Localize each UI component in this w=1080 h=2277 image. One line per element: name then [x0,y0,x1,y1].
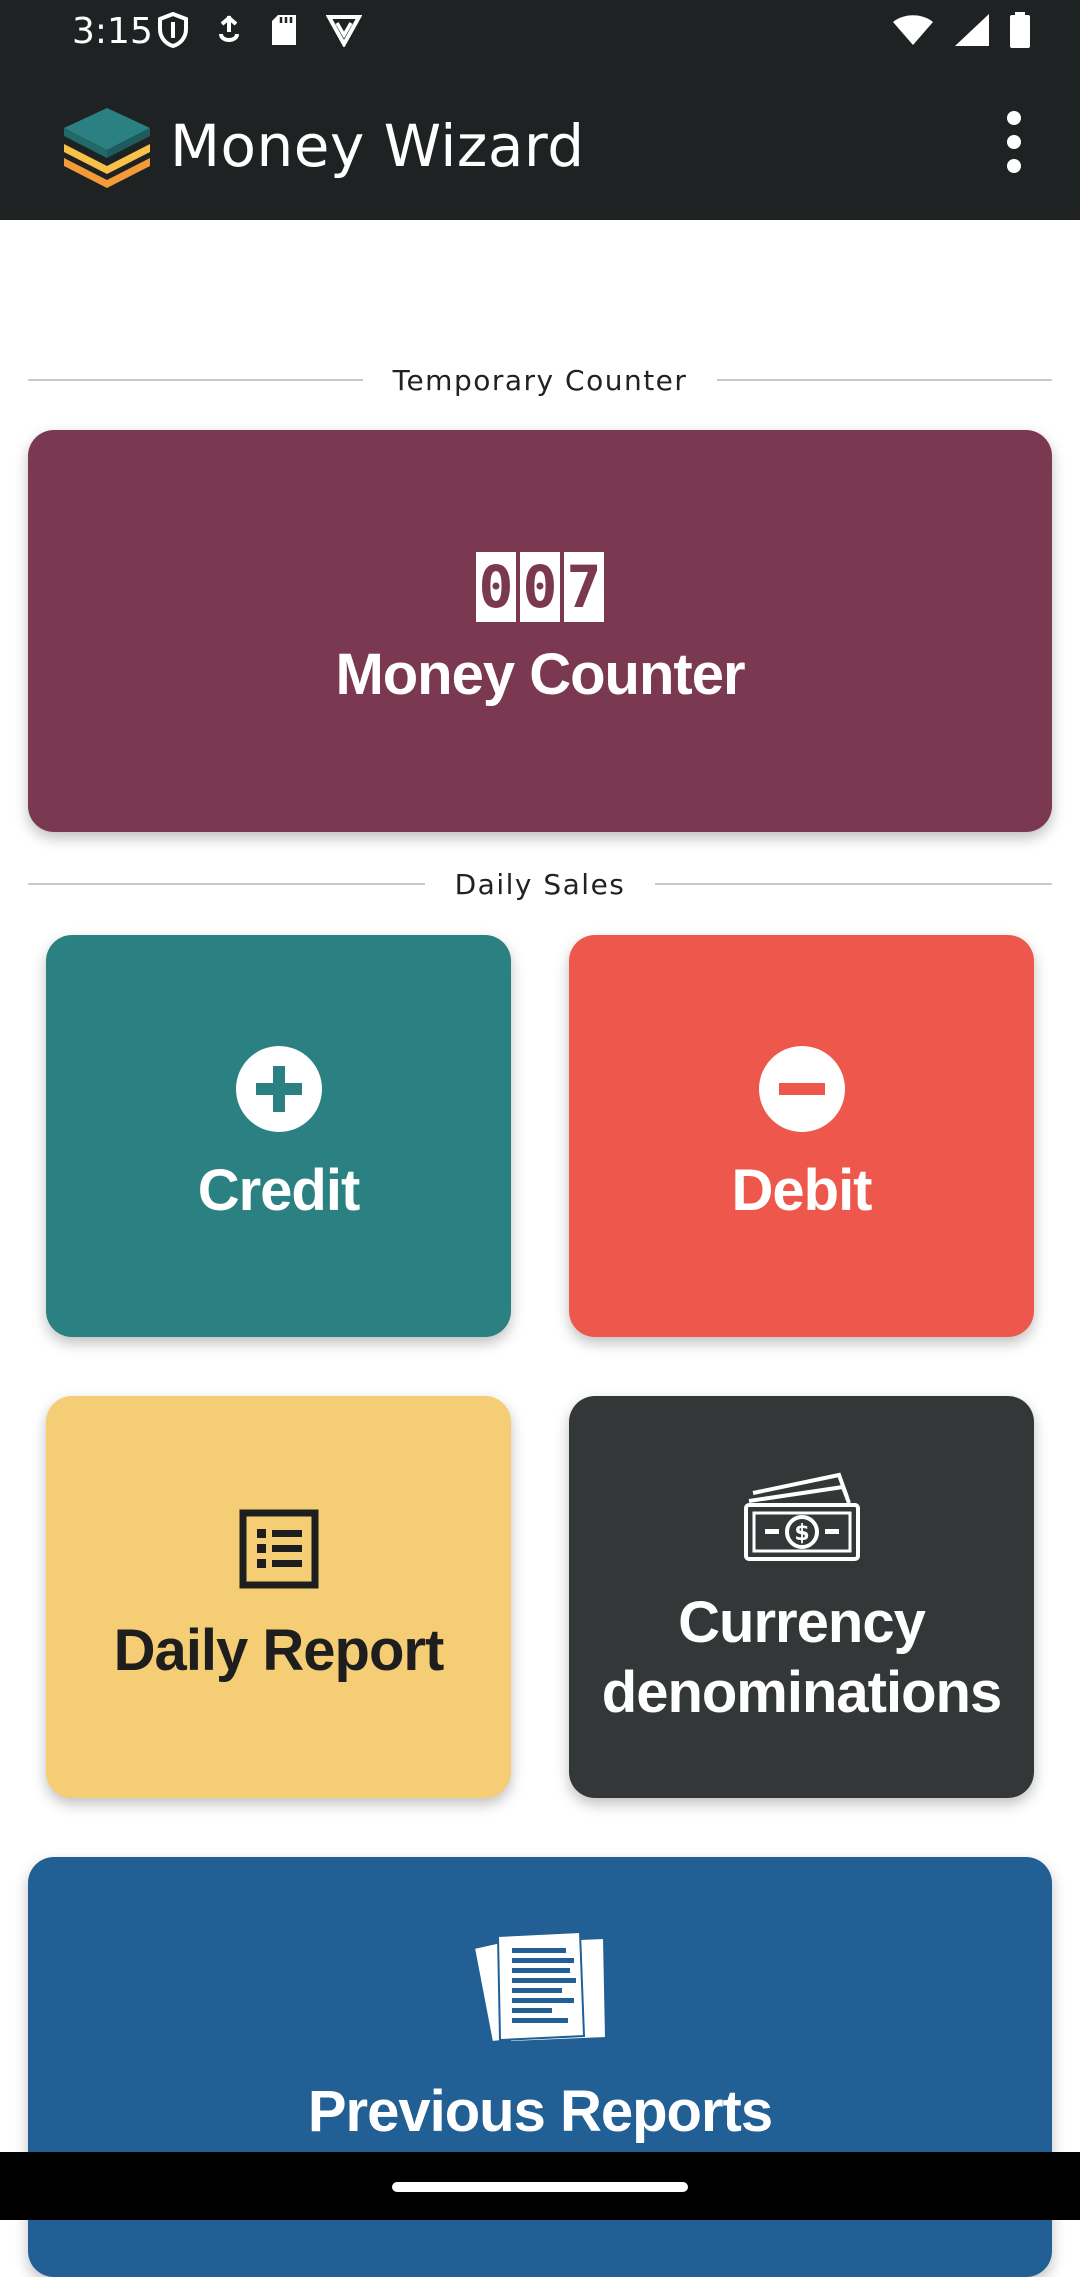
shield-icon [158,11,188,53]
stacked-layers-logo-icon [60,104,154,190]
money-counter-card[interactable]: 0 0 7 Money Counter [28,430,1052,832]
svg-text:$: $ [794,1521,809,1546]
money-counter-label: Money Counter [335,642,745,707]
overflow-menu-icon[interactable] [984,104,1044,180]
documents-icon [468,1930,612,2047]
divider-line [655,883,1052,885]
divider-line [717,379,1053,381]
debit-card[interactable]: Debit [569,935,1034,1337]
section-label-temporary-counter: Temporary Counter [392,363,688,397]
banknotes-icon: $ [743,1467,861,1568]
wifi-icon [892,14,934,51]
app-bar: Money Wizard [0,64,1080,220]
divider-line [28,379,363,381]
vpn-badge-icon [325,13,363,52]
counter-digit: 0 [520,552,560,622]
status-time: 3:15 [72,11,153,52]
currency-label-line1: Currency [678,1589,926,1655]
cellular-signal-icon [954,13,990,52]
section-divider-daily-sales: Daily Sales [28,864,1052,904]
usb-debug-icon [216,14,242,51]
gesture-nav-bar [0,2152,1080,2220]
debit-label: Debit [731,1158,873,1223]
counter-digit: 7 [564,552,604,622]
credit-label: Credit [197,1158,361,1223]
sd-card-icon [270,13,298,52]
status-right-icons [892,12,1030,53]
divider-line [28,883,425,885]
home-indicator[interactable] [392,2182,688,2192]
currency-denominations-card[interactable]: $ Currency denominations [569,1396,1034,1798]
app-title: Money Wizard [170,112,585,180]
daily-report-card[interactable]: Daily Report [46,1396,511,1798]
section-label-daily-sales: Daily Sales [454,867,626,901]
status-left-icons [158,11,363,53]
minus-circle-icon [758,1046,845,1132]
status-bar: 3:15 [0,0,1080,64]
currency-label-line2: denominations [601,1659,1002,1725]
counter-digit: 0 [476,552,516,622]
plus-circle-icon [235,1046,322,1132]
counter-digits-icon: 0 0 7 [476,552,604,622]
list-report-icon [239,1509,319,1594]
battery-icon [1010,12,1030,53]
daily-report-label: Daily Report [113,1617,445,1683]
section-divider-temporary-counter: Temporary Counter [28,360,1053,400]
previous-reports-label: Previous Reports [307,2079,773,2144]
credit-card[interactable]: Credit [46,935,511,1337]
